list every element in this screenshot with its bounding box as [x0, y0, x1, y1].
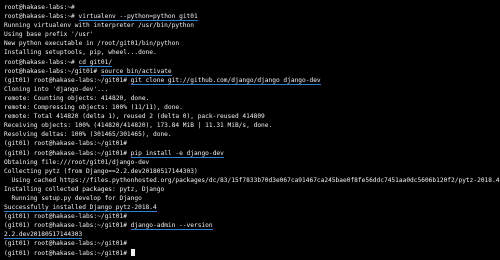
terminal-line: Using cached https://files.pythonhosted.… — [4, 176, 500, 185]
terminal-line: Using base prefix '/usr' — [4, 30, 500, 39]
command-output: Cloning into 'django-dev'... — [4, 85, 109, 93]
highlighted-output: Successfully installed Django pytz-2018.… — [4, 204, 157, 213]
terminal-line: (git01) root@hakase-labs:~/git01# — [4, 239, 500, 248]
shell-prompt: (git01) root@hakase-labs:~/git01# — [4, 76, 131, 84]
typed-command: pip install -e django-dev — [130, 149, 224, 158]
terminal-line: remote: Compressing objects: 100% (11/11… — [4, 103, 500, 112]
highlighted-output: 2.2.dev20180517144303 — [4, 231, 83, 240]
shell-prompt: (git01) root@hakase-labs:~/git01# — [4, 140, 131, 148]
typed-command: virtualenv --python=python git01 — [78, 13, 198, 22]
command-output: Using cached https://files.pythonhosted.… — [11, 176, 500, 184]
command-output: remote: Compressing objects: 100% (11/11… — [4, 104, 183, 112]
terminal-line: New python executable in /root/git01/bin… — [4, 39, 500, 48]
terminal-line: (git01) root@hakase-labs:~/git01# — [4, 139, 500, 148]
command-output: remote: Total 414820 (delta 1), reused 2… — [4, 113, 265, 121]
command-output: New python executable in /root/git01/bin… — [4, 40, 180, 48]
shell-prompt: (git01) root@hakase-labs:~/git01# — [4, 149, 131, 157]
terminal-line: (git01) root@hakase-labs:~/git01# git cl… — [4, 76, 500, 85]
terminal-line: Successfully installed Django pytz-2018.… — [4, 203, 500, 213]
terminal-line: remote: Counting objects: 414820, done. — [4, 94, 500, 103]
command-output: Resolving deltas: 100% (301465/301465), … — [4, 131, 172, 139]
terminal-line: (git01) root@hakase-labs:~/git01# pip in… — [4, 149, 500, 158]
terminal-line: Cloning into 'django-dev'... — [4, 85, 500, 94]
terminal-line: Receiving objects: 100% (414820/414820),… — [4, 121, 500, 130]
terminal-line: root@hakase-labs:~# — [4, 3, 500, 12]
terminal-line: Collecting pytz (from Django==2.2.dev201… — [4, 167, 500, 176]
typed-command: django-admin --version — [130, 222, 213, 231]
command-output: Receiving objects: 100% (414820/414820),… — [4, 122, 273, 130]
terminal-line: root@hakase-labs:~# cd git01/ — [4, 58, 500, 67]
terminal-line: (git01) root@hakase-labs:~/git01# — [4, 212, 500, 221]
command-output: Installing setuptools, pip, wheel...done… — [4, 49, 157, 57]
terminal-line: Installing collected packages: pytz, Dja… — [4, 185, 500, 194]
shell-prompt: (git01) root@hakase-labs:~/git01# — [4, 222, 131, 230]
terminal-line: 2.2.dev20180517144303 — [4, 230, 500, 240]
terminal-line: Resolving deltas: 100% (301465/301465), … — [4, 130, 500, 139]
shell-prompt: root@hakase-labs:~/git01# — [4, 67, 101, 75]
command-output: Using base prefix '/usr' — [4, 31, 94, 39]
command-output: Installing collected packages: pytz, Dja… — [4, 185, 165, 193]
typed-command: cd git01/ — [78, 58, 113, 67]
typed-command: git clone git://github.com/django/django… — [130, 76, 321, 85]
command-output: Collecting pytz (from Django==2.2.dev201… — [4, 167, 198, 175]
terminal-line: (git01) root@hakase-labs:~/git01# django… — [4, 221, 500, 231]
terminal-line: remote: Total 414820 (delta 1), reused 2… — [4, 112, 500, 121]
command-output: Running setup.py develop for Django — [4, 194, 142, 202]
terminal-line: Running setup.py develop for Django — [4, 194, 500, 203]
shell-prompt: (git01) root@hakase-labs:~/git01# — [4, 240, 131, 248]
terminal-line: root@hakase-labs:~# virtualenv --python=… — [4, 12, 500, 22]
shell-prompt: (git01) root@hakase-labs:~/git01# — [4, 213, 131, 221]
terminal-line: (git01) root@hakase-labs:~/git01# — [4, 248, 500, 258]
command-output: Running virtualenv with interpreter /usr… — [4, 22, 194, 30]
terminal-line: Installing setuptools, pip, wheel...done… — [4, 48, 500, 57]
shell-prompt: root@hakase-labs:~# — [4, 58, 79, 66]
terminal-line: Running virtualenv with interpreter /usr… — [4, 21, 500, 30]
terminal-line: Obtaining file:///root/git01/django-dev — [4, 158, 500, 167]
typed-command: source bin/activate — [100, 67, 172, 76]
text-cursor[interactable] — [130, 248, 135, 256]
command-output: remote: Counting objects: 414820, done. — [4, 94, 150, 102]
shell-prompt: root@hakase-labs:~# — [4, 13, 79, 21]
terminal-line: root@hakase-labs:~/git01# source bin/act… — [4, 67, 500, 76]
terminal-window[interactable]: root@hakase-labs:~# root@hakase-labs:~# v… — [0, 0, 500, 260]
shell-prompt: (git01) root@hakase-labs:~/git01# — [4, 249, 131, 257]
shell-prompt: root@hakase-labs:~# — [4, 4, 75, 11]
command-output: Obtaining file:///root/git01/django-dev — [4, 158, 150, 166]
